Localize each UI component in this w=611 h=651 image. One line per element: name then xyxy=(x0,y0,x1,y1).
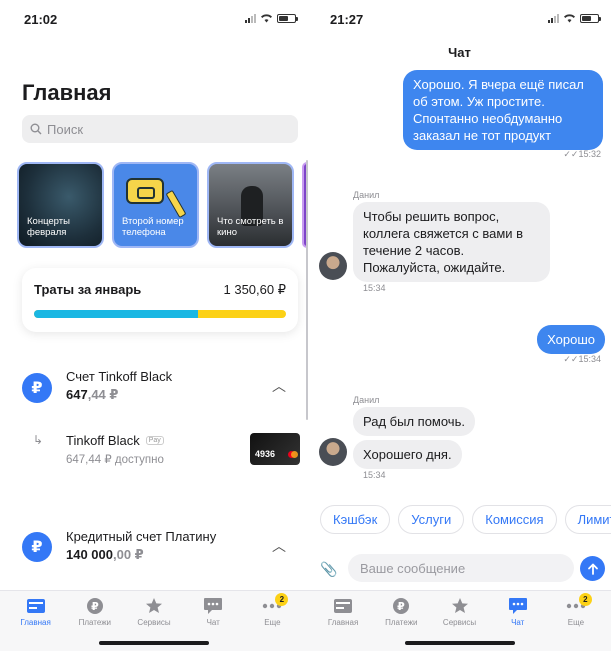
message-time: 15:34 xyxy=(363,283,386,293)
tab-label: Главная xyxy=(20,618,51,627)
avatar xyxy=(319,438,347,466)
ruble-coin-icon: ₽ xyxy=(84,597,106,615)
quick-reply-commission[interactable]: Комиссия xyxy=(472,505,557,534)
tab-more[interactable]: 2 Еще xyxy=(547,591,605,651)
spending-bar xyxy=(34,310,286,318)
card-item[interactable]: Tinkoff Black Pay xyxy=(66,433,164,448)
tab-label: Платежи xyxy=(78,618,112,627)
card-number: 4936 xyxy=(255,449,276,459)
quick-reply-services[interactable]: Услуги xyxy=(398,505,465,534)
story-label: Что смотреть в кино xyxy=(217,216,284,238)
sub-arrow-icon: ↳ xyxy=(33,433,44,447)
send-button[interactable] xyxy=(580,556,605,581)
message-outgoing: Хорошо. Я вчера ещё писал об этом. Уж пр… xyxy=(403,70,603,150)
status-time: 21:27 xyxy=(330,12,364,27)
notification-badge: 2 xyxy=(275,593,289,606)
ruble-coin-icon: ₽ xyxy=(390,597,412,615)
message-outgoing: Хорошо xyxy=(537,325,605,354)
chevron-up-icon[interactable]: ︿ xyxy=(272,376,286,396)
home-tab-icon xyxy=(25,597,47,615)
sender-name: Данил xyxy=(353,190,380,200)
status-bar: 21:02 xyxy=(0,0,308,40)
story-second-number[interactable]: Второй номер телефона xyxy=(112,162,199,248)
home-tab-icon xyxy=(332,597,354,615)
paperclip-icon[interactable]: 📎 xyxy=(320,561,337,578)
message-time: ✓✓15:34 xyxy=(563,354,601,364)
tab-home[interactable]: Главная xyxy=(314,591,372,651)
status-bar: 21:27 xyxy=(308,0,611,40)
spending-bar-fill xyxy=(34,310,198,318)
tab-label: Чат xyxy=(511,618,525,627)
ruble-icon: ₽ xyxy=(22,373,52,403)
signal-icon xyxy=(245,13,256,23)
notification-badge: 2 xyxy=(578,593,592,606)
quick-reply-cashback[interactable]: Кэшбэк xyxy=(320,505,391,534)
home-indicator xyxy=(99,641,209,645)
message-incoming: Хорошего дня. xyxy=(353,440,462,469)
message-time: ✓✓15:32 xyxy=(563,149,601,159)
battery-icon xyxy=(580,13,601,23)
story-label: Концерты февраля xyxy=(27,216,70,238)
sim-card-icon xyxy=(126,178,164,204)
tab-label: Еще xyxy=(264,618,281,627)
tab-label: Главная xyxy=(327,618,359,627)
star-icon xyxy=(449,597,471,615)
ruble-icon: ₽ xyxy=(22,532,52,562)
home-screen: 21:02 Главная Поиск Концерты февраля Вто… xyxy=(0,0,308,651)
star-icon xyxy=(143,597,165,615)
battery-icon xyxy=(277,13,298,23)
credit-account-balance: 140 000,00 ₽ xyxy=(66,547,144,562)
search-placeholder: Поиск xyxy=(47,121,84,137)
tab-home[interactable]: Главная xyxy=(6,591,65,651)
status-time: 21:02 xyxy=(24,12,58,27)
bank-card-thumbnail[interactable]: 4936 xyxy=(250,433,300,465)
tab-label: Платежи xyxy=(385,618,418,627)
pen-icon xyxy=(165,189,187,219)
spending-title: Траты за январь xyxy=(34,282,142,297)
quick-replies: Кэшбэк Услуги Комиссия Лимит xyxy=(320,505,611,534)
story-concerts[interactable]: Концерты февраля xyxy=(17,162,104,248)
story-cinema[interactable]: Что смотреть в кино xyxy=(207,162,294,248)
tab-more[interactable]: 2 Еще xyxy=(243,591,302,651)
card-name: Tinkoff Black xyxy=(66,433,140,448)
search-icon xyxy=(30,123,42,135)
tab-label: Сервисы xyxy=(137,618,171,627)
story-label: Второй номер телефона xyxy=(122,216,184,238)
card-available: 647,44 ₽ доступно xyxy=(66,454,164,466)
tab-label: Сервисы xyxy=(442,618,477,627)
message-incoming: Рад был помочь. xyxy=(353,407,475,436)
tab-label: Чат xyxy=(206,618,220,627)
account-name[interactable]: Счет Tinkoff Black xyxy=(66,369,172,384)
arrow-up-icon xyxy=(587,563,598,575)
svg-text:₽: ₽ xyxy=(397,600,405,613)
home-indicator xyxy=(404,641,515,645)
spending-amount: 1 350,60 ₽ xyxy=(223,282,287,297)
page-title: Главная xyxy=(22,80,112,105)
credit-account-name[interactable]: Кредитный счет Платину xyxy=(66,529,226,544)
search-input[interactable]: Поиск xyxy=(22,115,298,143)
stories-row: Концерты февраля Второй номер телефона Ч… xyxy=(17,162,308,248)
message-incoming: Чтобы решить вопрос, коллега свяжется с … xyxy=(353,202,550,282)
chat-title: Чат xyxy=(448,45,471,60)
spending-card[interactable]: Траты за январь 1 350,60 ₽ xyxy=(22,268,298,332)
chat-icon xyxy=(507,597,529,615)
chevron-up-icon[interactable]: ︿ xyxy=(272,536,286,556)
signal-icon xyxy=(548,13,559,23)
wifi-icon xyxy=(261,14,272,23)
svg-text:₽: ₽ xyxy=(91,600,99,613)
tab-label: Еще xyxy=(567,618,585,627)
wifi-icon xyxy=(564,14,575,23)
chat-icon xyxy=(202,597,224,615)
message-time: 15:34 xyxy=(363,470,386,480)
message-composer: 📎 xyxy=(308,552,611,586)
message-input[interactable] xyxy=(348,554,574,582)
quick-reply-limits[interactable]: Лимит xyxy=(564,505,611,534)
avatar xyxy=(319,252,347,280)
pay-badge: Pay xyxy=(145,436,164,445)
account-balance: 647,44 ₽ xyxy=(66,387,119,402)
sender-name: Данил xyxy=(353,395,380,405)
chat-screen: 21:27 Чат Хорошо. Я вчера ещё писал об э… xyxy=(308,0,611,651)
